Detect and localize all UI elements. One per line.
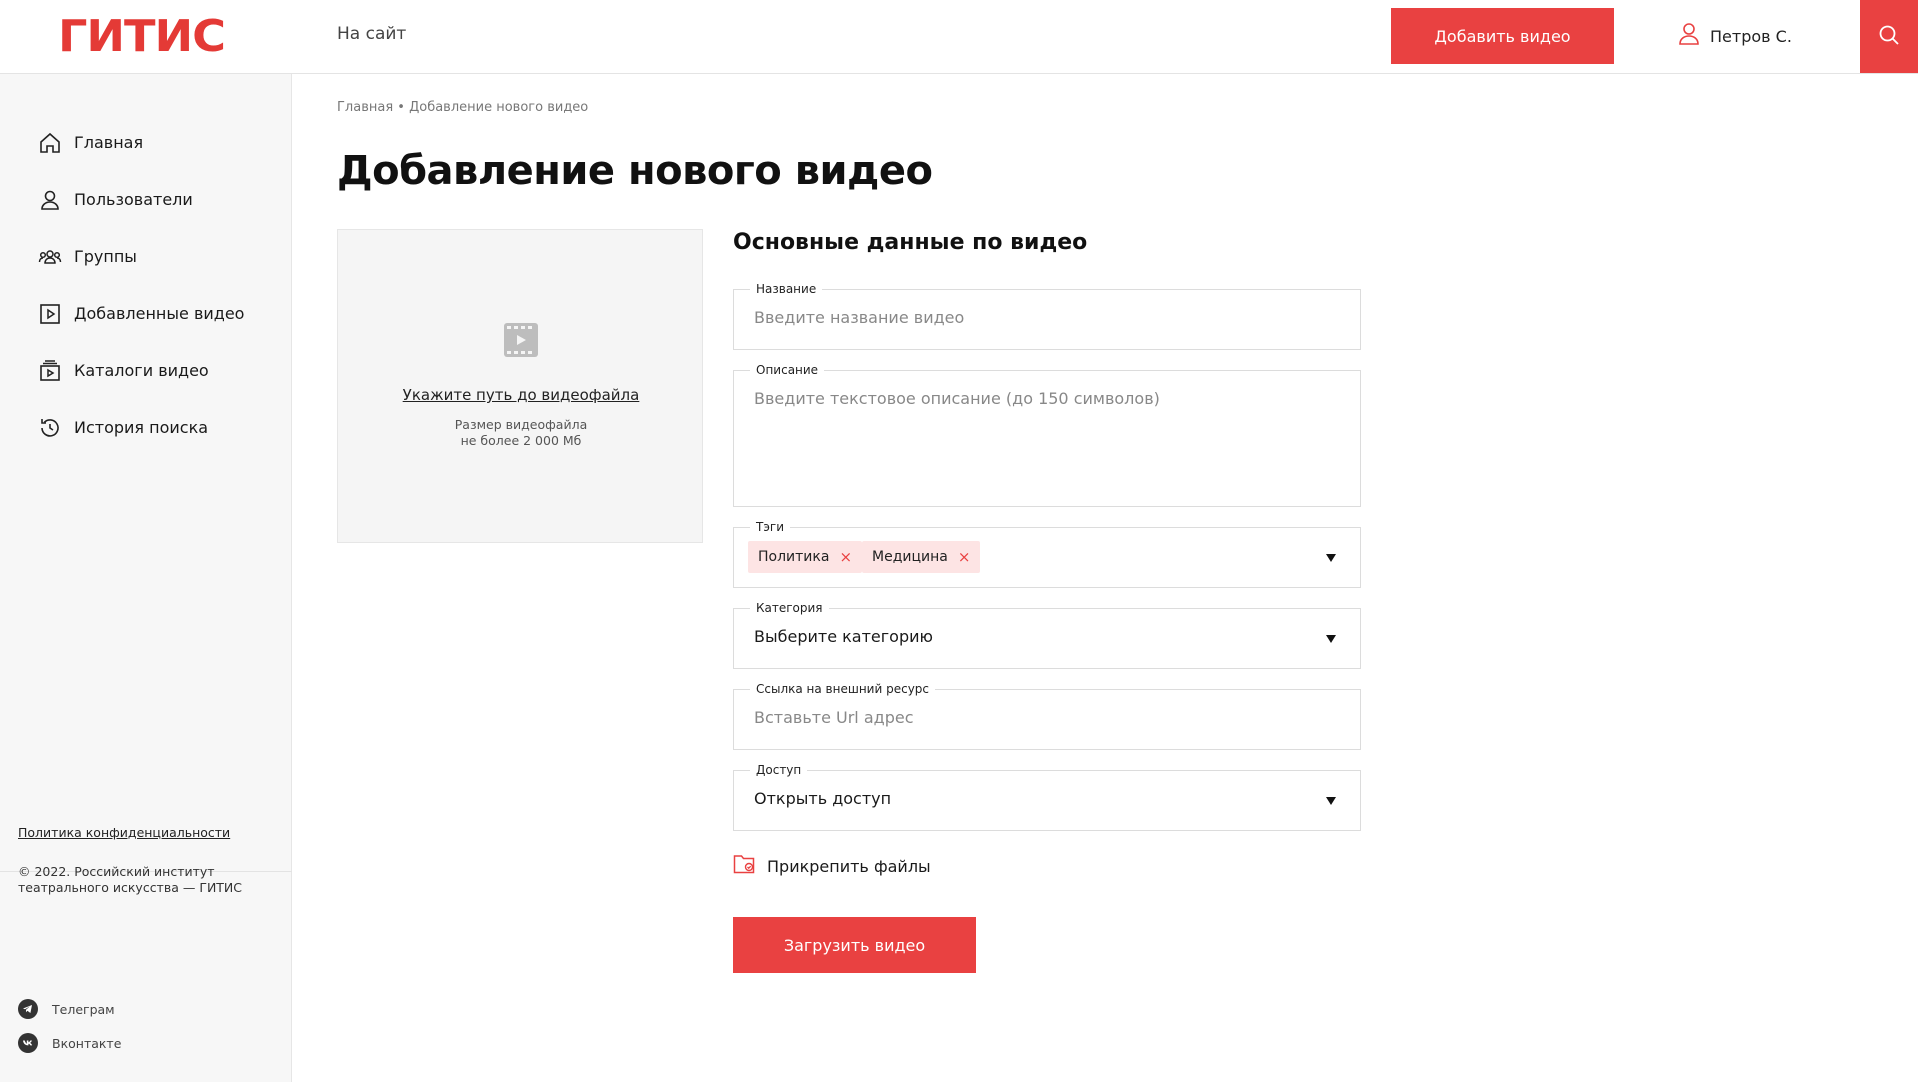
field-placeholder: Введите название видео (754, 308, 965, 327)
user-name: Петров С. (1710, 26, 1792, 46)
search-icon (1878, 24, 1900, 50)
video-name-field[interactable]: Название Введите название видео (733, 281, 1361, 350)
folder-attach-icon (733, 853, 757, 879)
social-label: Вконтакте (52, 1035, 122, 1051)
category-select[interactable]: Категория Выберите категорию (733, 600, 1361, 669)
field-label: Ссылка на внешний ресурс (750, 681, 936, 697)
field-label: Описание (750, 362, 825, 378)
sidebar: Главная Пользователи Группы Добавленные … (0, 74, 292, 1082)
sidebar-item-search-history[interactable]: История поиска (38, 399, 244, 456)
page-title: Добавление нового видео (337, 148, 933, 194)
sidebar-item-label: Добавленные видео (74, 304, 245, 323)
social-label: Телеграм (52, 1001, 115, 1017)
upload-path-link[interactable]: Укажите путь до видеофайла (338, 386, 704, 404)
vk-icon (18, 1033, 38, 1053)
external-url-field[interactable]: Ссылка на внешний ресурс Вставьте Url ад… (733, 681, 1361, 750)
logo[interactable]: ГИТИС (58, 15, 226, 59)
user-menu[interactable]: Петров С. (1678, 22, 1792, 50)
sidebar-item-label: История поиска (74, 418, 209, 437)
video-description-field[interactable]: Описание Введите текстовое описание (до … (733, 362, 1361, 507)
upload-size-hint: Размер видеофайла не более 2 000 Мб (338, 417, 704, 449)
tag-chip: Политика × (748, 541, 863, 573)
field-value: Открыть доступ (754, 789, 892, 808)
sidebar-item-label: Главная (74, 133, 144, 152)
social-link-telegram[interactable]: Телеграм (18, 999, 115, 1019)
tags-select[interactable]: Тэги Политика × Медицина × (733, 519, 1361, 588)
group-icon (38, 245, 62, 269)
sidebar-item-home[interactable]: Главная (38, 114, 244, 171)
field-placeholder: Вставьте Url адрес (754, 708, 914, 727)
history-icon (38, 416, 62, 440)
sidebar-item-label: Каталоги видео (74, 361, 209, 380)
tag-label: Медицина (872, 549, 948, 565)
home-icon (38, 131, 62, 155)
to-site-link[interactable]: На сайт (337, 24, 406, 44)
attach-files-label: Прикрепить файлы (767, 856, 931, 876)
catalog-icon (38, 359, 62, 383)
field-label: Категория (750, 600, 829, 616)
field-label: Тэги (750, 519, 791, 535)
upload-video-button[interactable]: Загрузить видео (733, 917, 976, 973)
play-square-icon (38, 302, 62, 326)
chevron-down-icon[interactable] (1326, 797, 1336, 805)
search-button[interactable] (1860, 0, 1918, 73)
add-video-button[interactable]: Добавить видео (1391, 8, 1614, 64)
sidebar-item-users[interactable]: Пользователи (38, 171, 244, 228)
telegram-icon (18, 999, 38, 1019)
copyright: © 2022. Российский институт театрального… (18, 864, 243, 895)
video-upload-dropzone[interactable]: Укажите путь до видеофайла Размер видеоф… (337, 229, 703, 543)
attach-files-button[interactable]: Прикрепить файлы (733, 853, 931, 879)
field-label: Название (750, 281, 823, 297)
sidebar-item-added-videos[interactable]: Добавленные видео (38, 285, 244, 342)
privacy-policy-link[interactable]: Политика конфиденциальности (18, 825, 230, 840)
field-value: Выберите категорию (754, 627, 933, 646)
header: ГИТИС На сайт Добавить видео Петров С. (0, 0, 1918, 74)
chevron-down-icon[interactable] (1326, 635, 1336, 643)
upload-hint-line: Размер видеофайла (454, 417, 588, 432)
user-icon (1678, 22, 1700, 50)
sidebar-item-label: Пользователи (74, 190, 193, 209)
tag-label: Политика (758, 549, 830, 565)
user-icon (38, 188, 62, 212)
field-placeholder: Введите текстовое описание (до 150 симво… (754, 389, 1160, 408)
field-label: Доступ (750, 762, 808, 778)
sidebar-item-catalogs[interactable]: Каталоги видео (38, 342, 244, 399)
sidebar-item-label: Группы (74, 247, 137, 266)
form-section-title: Основные данные по видео (733, 230, 1088, 255)
access-select[interactable]: Доступ Открыть доступ (733, 762, 1361, 831)
upload-link-text[interactable]: Укажите путь до видеофайла (403, 386, 640, 404)
remove-tag-icon[interactable]: × (839, 548, 852, 566)
social-link-vk[interactable]: Вконтакте (18, 1033, 121, 1053)
upload-hint-line: не более 2 000 Мб (460, 433, 582, 448)
remove-tag-icon[interactable]: × (958, 548, 971, 566)
sidebar-item-groups[interactable]: Группы (38, 228, 244, 285)
tag-chip: Медицина × (862, 541, 981, 573)
sidebar-nav: Главная Пользователи Группы Добавленные … (38, 114, 244, 456)
breadcrumb[interactable]: Главная • Добавление нового видео (337, 100, 588, 115)
chevron-down-icon[interactable] (1326, 554, 1336, 562)
video-file-icon (503, 322, 539, 362)
